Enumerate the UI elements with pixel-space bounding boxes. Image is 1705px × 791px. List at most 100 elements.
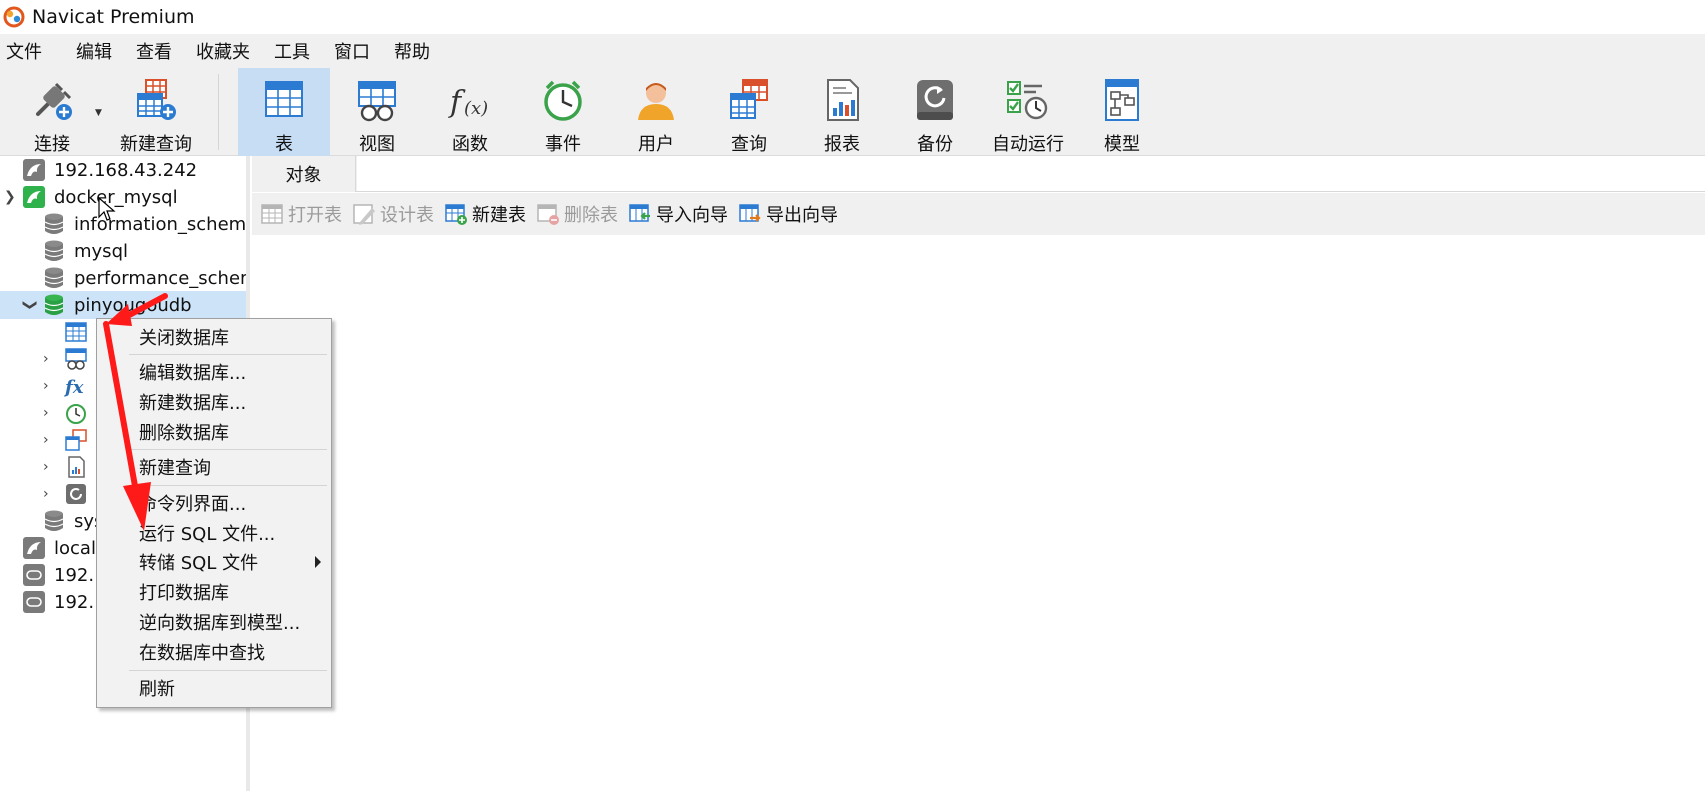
- menu-separator: [129, 449, 327, 450]
- menu-item-new-database[interactable]: 新建数据库...: [97, 388, 331, 416]
- tree-db-information-schema[interactable]: information_schema: [0, 210, 246, 238]
- server-connection-icon: [23, 564, 45, 586]
- report-label: 报表: [824, 134, 860, 155]
- new-query-button[interactable]: 新建查询: [104, 68, 208, 156]
- view-icon: [358, 81, 396, 122]
- mouse-cursor-icon: [98, 197, 116, 221]
- backup-label: 备份: [917, 134, 953, 155]
- tree-connection-docker[interactable]: ❯ docker_mysql: [0, 183, 246, 211]
- function-button[interactable]: f (x) 函数: [424, 68, 516, 156]
- import-icon: [629, 204, 650, 222]
- menu-item-edit-database[interactable]: 编辑数据库...: [97, 358, 331, 386]
- database-icon: [44, 240, 64, 261]
- menu-item-refresh[interactable]: 刷新: [97, 674, 331, 702]
- database-context-menu: 关闭数据库 编辑数据库... 新建数据库... 删除数据库 新建查询 命令列界面…: [96, 318, 332, 708]
- menu-window[interactable]: 窗口: [327, 38, 387, 64]
- import-wizard-label: 导入向导: [656, 205, 728, 226]
- export-wizard-label: 导出向导: [766, 205, 838, 226]
- report-button[interactable]: 报表: [796, 68, 888, 156]
- chevron-right-icon[interactable]: ›: [43, 405, 49, 421]
- user-button[interactable]: 用户: [610, 68, 702, 156]
- chevron-right-icon[interactable]: ›: [43, 351, 49, 367]
- object-tabs: 对象: [252, 156, 1705, 192]
- menu-view[interactable]: 查看: [129, 38, 189, 64]
- server-connection-icon: [23, 591, 45, 613]
- delete-table-label: 删除表: [564, 205, 618, 226]
- chevron-down-icon[interactable]: ❯: [4, 189, 16, 205]
- menu-item-run-sql-file[interactable]: 运行 SQL 文件...: [97, 519, 331, 547]
- menu-separator: [129, 670, 327, 671]
- query-button[interactable]: 查询: [703, 68, 795, 156]
- user-icon: [638, 83, 674, 120]
- chevron-right-icon[interactable]: ›: [43, 432, 49, 448]
- chevron-right-icon[interactable]: ›: [43, 486, 49, 502]
- toolbar-separator: [218, 74, 219, 150]
- window-title: Navicat Premium: [32, 6, 195, 28]
- view-icon: [65, 348, 87, 370]
- function-label: 函数: [452, 134, 488, 155]
- menu-favorites[interactable]: 收藏夹: [189, 38, 267, 64]
- database-icon: [44, 510, 64, 531]
- tree-db-performance-schema[interactable]: performance_schema: [0, 264, 246, 292]
- import-wizard-button[interactable]: 导入向导: [628, 201, 728, 227]
- database-icon: [44, 213, 64, 234]
- svg-text:(x): (x): [464, 98, 488, 119]
- tree-db-mysql[interactable]: mysql: [0, 237, 246, 265]
- table-button[interactable]: 表: [238, 68, 330, 156]
- report-icon: [827, 79, 859, 121]
- connect-label: 连接: [34, 134, 70, 155]
- view-button[interactable]: 视图: [331, 68, 423, 156]
- export-icon: [739, 204, 761, 222]
- backup-icon: [66, 484, 86, 504]
- connect-button[interactable]: 连接: [6, 68, 98, 156]
- delete-table-button[interactable]: 删除表: [536, 201, 618, 227]
- event-label: 事件: [545, 134, 581, 155]
- menu-item-find-in-database[interactable]: 在数据库中查找: [97, 638, 331, 666]
- design-table-button[interactable]: 设计表: [352, 201, 434, 227]
- clock-icon: [544, 80, 582, 121]
- object-list-area[interactable]: [252, 235, 1705, 791]
- object-toolbar: 打开表 设计表 新建表 删除表 导入向导 导出向导: [252, 193, 1705, 235]
- menu-item-print-database[interactable]: 打印数据库: [97, 578, 331, 606]
- menu-file[interactable]: 文件: [0, 38, 69, 64]
- menu-item-close-database[interactable]: 关闭数据库: [97, 323, 331, 351]
- query-icon: [730, 79, 768, 119]
- tab-objects[interactable]: 对象: [252, 156, 356, 192]
- open-table-button[interactable]: 打开表: [260, 201, 342, 227]
- table-label: 表: [275, 134, 293, 155]
- table-icon: [265, 81, 303, 117]
- menu-help[interactable]: 帮助: [387, 38, 447, 64]
- chevron-down-icon[interactable]: ▼: [95, 108, 102, 118]
- menu-separator: [129, 485, 327, 486]
- menu-item-delete-database[interactable]: 删除数据库: [97, 418, 331, 446]
- report-icon: [68, 456, 85, 478]
- chevron-right-icon[interactable]: ›: [43, 459, 49, 475]
- tree-connection-remote[interactable]: 192.168.43.242: [0, 156, 246, 184]
- tree-label: pinyougoudb: [74, 294, 192, 316]
- table-icon: [65, 322, 87, 342]
- main-toolbar: 连接 ▼ 新建查询 表 视图 f (x) 函数 事件 用户 查询 报表 备份 自…: [0, 68, 1705, 156]
- model-button[interactable]: 模型: [1076, 68, 1168, 156]
- menu-edit[interactable]: 编辑: [69, 38, 129, 64]
- autorun-button[interactable]: 自动运行: [982, 68, 1074, 156]
- chevron-down-icon[interactable]: ❯: [22, 299, 38, 311]
- view-label: 视图: [359, 134, 395, 155]
- open-table-icon: [261, 204, 283, 224]
- event-button[interactable]: 事件: [517, 68, 609, 156]
- design-table-icon: [353, 204, 375, 225]
- mysql-connection-active-icon: [23, 186, 45, 208]
- menu-item-new-query[interactable]: 新建查询: [97, 453, 331, 481]
- database-open-icon: [44, 294, 64, 315]
- model-label: 模型: [1104, 134, 1140, 155]
- tree-db-pinyougoudb[interactable]: ❯ pinyougoudb: [0, 291, 246, 319]
- export-wizard-button[interactable]: 导出向导: [738, 201, 838, 227]
- menu-item-dump-sql-file[interactable]: 转储 SQL 文件: [97, 548, 331, 576]
- menu-item-reverse-to-model[interactable]: 逆向数据库到模型...: [97, 608, 331, 636]
- chevron-right-icon[interactable]: ›: [43, 378, 49, 394]
- database-icon: [44, 267, 64, 288]
- menu-item-console[interactable]: 命令列界面...: [97, 489, 331, 517]
- menu-tools[interactable]: 工具: [267, 38, 327, 64]
- backup-button[interactable]: 备份: [889, 68, 981, 156]
- new-table-button[interactable]: 新建表: [444, 201, 526, 227]
- plug-icon: [36, 82, 72, 120]
